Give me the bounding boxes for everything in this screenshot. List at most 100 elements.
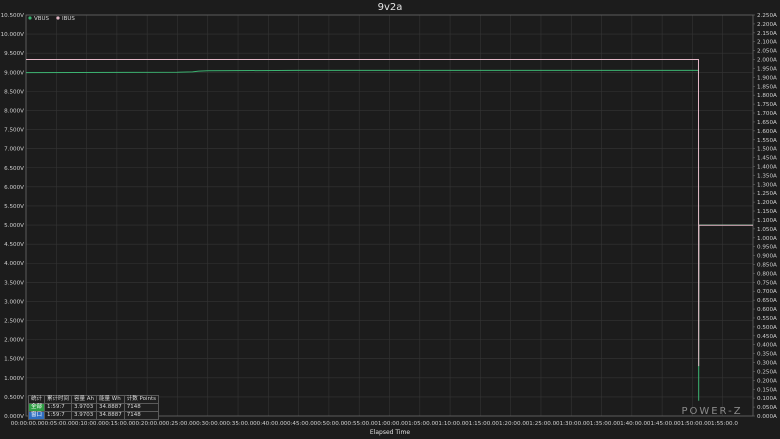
y-right-tick-label: 1.450A (757, 156, 777, 162)
y-right-tick-label: 0.750A (757, 280, 777, 286)
x-tick-label: 00:35:00.0 (223, 421, 254, 427)
stats-header-row: 统计 累计时间 容量 Ah 能量 Wh 计数 Points (27, 395, 160, 404)
y-right-tick-label: 1.150A (757, 209, 777, 215)
x-tick-label: 00:15:00.0 (102, 421, 133, 427)
stats-cell: 1:59:7 (44, 403, 73, 412)
y-left-tick-label: 5.000V (4, 223, 24, 229)
x-tick-label: 01:45:00.0 (647, 421, 678, 427)
y-right-tick-label: 2.100A (757, 40, 777, 46)
y-right-tick-label: 0.600A (757, 307, 777, 313)
y-left-tick-label: 5.500V (4, 204, 24, 210)
y-left-tick-label: 10.000V (1, 32, 25, 38)
x-tick-label: 01:30:00.0 (556, 421, 587, 427)
legend-marker (56, 16, 60, 20)
y-left-tick-label: 7.000V (4, 147, 24, 153)
y-left-tick-label: 0.500V (4, 395, 24, 401)
x-tick-label: 00:55:00.0 (344, 421, 375, 427)
y-right-tick-label: 0.500A (757, 325, 777, 331)
stats-cell: 34.8887 (96, 403, 125, 412)
y-right-tick-label: 1.050A (757, 227, 777, 233)
x-tick-label: 01:00:00.0 (374, 421, 405, 427)
y-right-tick-label: 0.100A (757, 396, 777, 402)
y-right-tick-label: 0.250A (757, 369, 777, 375)
x-tick-label: 00:05:00.0 (41, 421, 72, 427)
y-right-tick-label: 1.600A (757, 129, 777, 135)
y-left-tick-label: 0.000V (4, 414, 24, 420)
stats-cell: 3.9703 (71, 411, 98, 420)
y-left-tick-label: 6.000V (4, 185, 24, 191)
y-right-tick-label: 2.050A (757, 49, 777, 55)
stats-row-label: 全部 (27, 403, 46, 412)
y-right-tick-label: 1.100A (757, 218, 777, 224)
y-right-tick-label: 1.900A (757, 75, 777, 81)
y-right-tick-label: 1.800A (757, 93, 777, 99)
y-left-tick-label: 9.000V (4, 70, 24, 76)
y-right-tick-label: 1.850A (757, 84, 777, 90)
y-left-tick-label: 7.500V (4, 128, 24, 134)
y-right-tick-label: 1.350A (757, 173, 777, 179)
y-right-tick-label: 0.850A (757, 263, 777, 269)
stats-header-cell: 能量 Wh (96, 395, 125, 404)
x-tick-label: 01:40:00.0 (617, 421, 648, 427)
stats-row-all: 全部 1:59:7 3.9703 34.8887 7148 (27, 403, 160, 412)
x-tick-label: 01:50:00.0 (677, 421, 708, 427)
x-axis-label: Elapsed Time (370, 429, 410, 436)
stats-table: 统计 累计时间 容量 Ah 能量 Wh 计数 Points 全部 1:59:7 … (27, 395, 160, 420)
y-right-tick-label: 1.700A (757, 111, 777, 117)
y-left-tick-label: 4.500V (4, 242, 24, 248)
x-tick-label: 00:50:00.0 (314, 421, 345, 427)
y-right-tick-label: 0.450A (757, 334, 777, 340)
y-right-tick-label: 2.150A (757, 31, 777, 37)
y-right-tick-label: 0.700A (757, 289, 777, 295)
x-tick-label: 00:00:00.0 (11, 421, 42, 427)
y-right-tick-label: 0.800A (757, 271, 777, 277)
x-tick-label: 01:25:00.0 (526, 421, 557, 427)
stats-header-cell: 计数 Points (123, 395, 160, 404)
y-right-tick-label: 0.950A (757, 245, 777, 251)
y-right-tick-label: 2.250A (757, 13, 777, 19)
y-left-tick-label: 8.000V (4, 108, 24, 114)
y-left-tick-label: 3.500V (4, 280, 24, 286)
stats-header-cell: 容量 Ah (71, 395, 98, 404)
stats-cell: 7148 (123, 403, 160, 412)
x-tick-label: 00:30:00.0 (193, 421, 224, 427)
stats-cell: 7148 (123, 411, 160, 420)
stats-row-window: 窗口 1:59:7 3.9703 34.8887 7148 (27, 411, 160, 420)
y-right-tick-label: 0.200A (757, 378, 777, 384)
y-right-tick-label: 1.200A (757, 200, 777, 206)
y-left-tick-label: 2.500V (4, 319, 24, 325)
y-right-tick-label: 0.150A (757, 387, 777, 393)
x-tick-label: 00:45:00.0 (283, 421, 314, 427)
y-left-tick-label: 1.500V (4, 357, 24, 363)
y-right-tick-label: 1.250A (757, 191, 777, 197)
y-right-tick-label: 1.000A (757, 236, 777, 242)
stats-cell: 1:59:7 (44, 411, 73, 420)
y-right-tick-label: 1.300A (757, 182, 777, 188)
y-left-tick-label: 4.000V (4, 261, 24, 267)
y-right-tick-label: 0.000A (757, 414, 777, 420)
y-left-tick-label: 8.500V (4, 89, 24, 95)
y-right-tick-label: 1.400A (757, 164, 777, 170)
x-tick-label: 00:40:00.0 (253, 421, 284, 427)
stats-cell: 3.9703 (71, 403, 98, 412)
stats-header-cell: 累计时间 (44, 395, 73, 404)
y-right-tick-label: 0.400A (757, 343, 777, 349)
x-tick-label: 01:20:00.0 (495, 421, 526, 427)
stats-header-cell: 统计 (27, 395, 46, 404)
y-right-tick-label: 1.500A (757, 147, 777, 153)
stats-row-label: 窗口 (27, 411, 46, 420)
legend-marker (28, 16, 32, 20)
y-right-tick-label: 1.750A (757, 102, 777, 108)
x-tick-label: 01:05:00.0 (405, 421, 436, 427)
y-right-tick-label: 0.300A (757, 361, 777, 367)
y-right-tick-label: 0.900A (757, 254, 777, 260)
power-chart: 9v2a 0.000V 0.500V 1.000V 1.500V 2.000V 2.500… (0, 0, 780, 439)
y-right-tick-label: 1.650A (757, 120, 777, 126)
y-right-tick-label: 2.200A (757, 22, 777, 28)
y-left-tick-label: 3.000V (4, 299, 24, 305)
y-right-tick-label: 1.550A (757, 138, 777, 144)
x-tick-label: 00:10:00.0 (71, 421, 102, 427)
y-left-tick-label: 2.000V (4, 338, 24, 344)
y-left-tick-label: 10.500V (1, 13, 25, 19)
x-tick-label: 01:15:00.0 (465, 421, 496, 427)
